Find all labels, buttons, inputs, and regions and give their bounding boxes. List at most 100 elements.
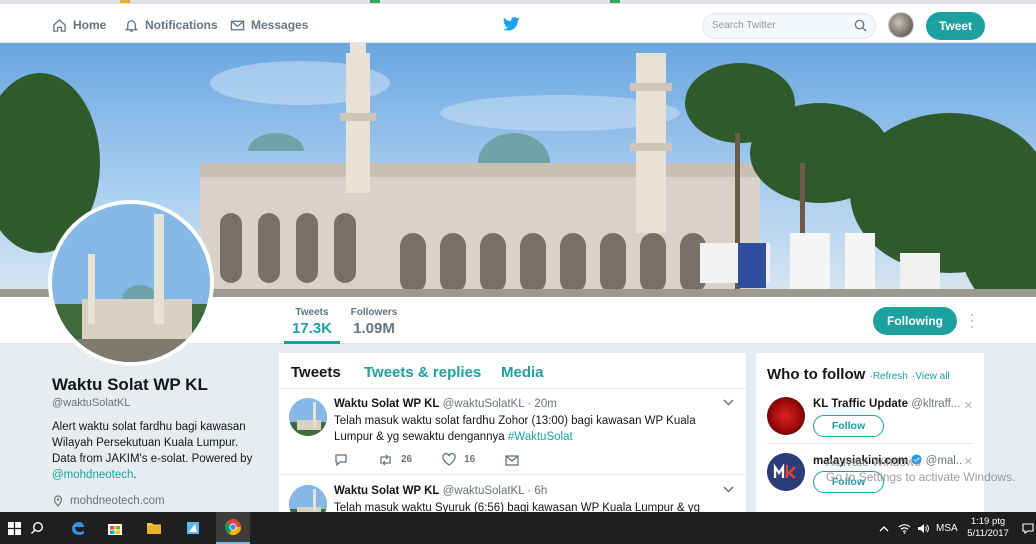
divider — [767, 443, 973, 444]
nav-messages-label: Messages — [251, 18, 309, 32]
suggestion-avatar[interactable] — [767, 453, 805, 491]
chevron-up-icon — [879, 525, 889, 531]
taskbar-clock[interactable]: 1:19 ptg 5/11/2017 — [962, 516, 1014, 540]
bell-icon — [124, 19, 139, 32]
notification-center-button[interactable] — [1020, 512, 1036, 544]
who-to-follow-panel: Who to follow ·Refresh ·View all KL Traf… — [756, 353, 984, 513]
profile-location: mohdneotech.com — [52, 495, 165, 507]
folder-icon — [147, 523, 161, 534]
profile-bio: Alert waktu solat fardhu bagi kawasan Wi… — [52, 419, 262, 483]
profile-handle: @waktuSolatKL — [52, 397, 131, 409]
timeline-panel: Tweets Tweets & replies Media Waktu Sola… — [279, 353, 746, 513]
tab-tweets[interactable]: Tweets — [291, 364, 341, 381]
message-action[interactable] — [505, 454, 519, 466]
tweet-header: Waktu Solat WP KL @waktuSolatKL · 20m — [334, 398, 557, 410]
tweet-item[interactable]: Waktu Solat WP KL @waktuSolatKL · 6h Tel… — [279, 476, 746, 513]
stat-tweets-value: 17.3K — [291, 320, 333, 337]
suggestion-avatar[interactable] — [767, 397, 805, 435]
chevron-down-icon[interactable] — [723, 486, 734, 493]
tweet-item[interactable]: Waktu Solat WP KL @waktuSolatKL · 20m Te… — [279, 389, 746, 475]
retweet-action[interactable]: 26 — [378, 454, 412, 466]
taskbar-edge[interactable] — [64, 512, 92, 544]
like-action[interactable]: 16 — [442, 453, 475, 466]
more-options-icon[interactable]: · · · — [968, 308, 976, 332]
stat-followers-label: Followers — [350, 307, 398, 318]
windows-logo-icon — [7, 521, 21, 535]
chevron-down-icon[interactable] — [723, 399, 734, 406]
tweet-time[interactable]: · 20m — [527, 398, 556, 410]
notification-center-icon — [1022, 522, 1034, 534]
envelope-icon — [230, 20, 245, 30]
browser-tab-marker — [120, 0, 130, 3]
edge-browser-icon — [72, 522, 84, 535]
tweet-hashtag[interactable]: #WaktuSolat — [508, 431, 573, 443]
nav-messages[interactable]: Messages — [230, 15, 308, 35]
home-icon — [53, 18, 66, 32]
twitter-bird-icon[interactable] — [503, 17, 520, 31]
stat-followers[interactable]: Followers 1.09M — [350, 307, 398, 337]
browser-tab-marker — [610, 0, 620, 3]
store-icon — [108, 524, 122, 535]
profile-bio-end: . — [133, 469, 137, 481]
tweet-author-name[interactable]: Waktu Solat WP KL — [334, 398, 439, 410]
who-to-follow-title: Who to follow — [767, 366, 866, 383]
tweet-avatar[interactable] — [289, 485, 327, 513]
chrome-icon — [224, 519, 242, 536]
profile-bio-link[interactable]: @mohdneotech — [52, 469, 133, 481]
taskbar-store[interactable] — [101, 512, 129, 544]
tweet-author-handle: @waktuSolatKL — [442, 485, 525, 497]
profile-location-text: mohdneotech.com — [70, 495, 165, 507]
reply-action[interactable] — [334, 453, 348, 466]
tweet-header: Waktu Solat WP KL @waktuSolatKL · 6h — [334, 485, 547, 497]
taskbar-chrome[interactable] — [216, 512, 250, 544]
search-icon — [30, 521, 44, 535]
suggestion-name[interactable]: KL Traffic Update @kltraff... — [813, 398, 963, 410]
tweet-avatar[interactable] — [289, 398, 327, 436]
search-icon[interactable] — [854, 19, 867, 32]
tweet-actions: 26 16 — [334, 453, 549, 466]
retweet-icon — [380, 454, 391, 465]
watermark-line2: Go to Settings to activate Windows. — [826, 470, 1016, 484]
stat-tweets[interactable]: Tweets 17.3K — [284, 307, 340, 344]
windows-taskbar: MSA 1:19 ptg 5/11/2017 — [0, 512, 1036, 544]
nav-notifications-label: Notifications — [145, 18, 218, 32]
tweet-text: Telah masuk waktu solat fardhu Zohor (13… — [334, 413, 724, 445]
dismiss-icon[interactable]: ✕ — [964, 399, 973, 412]
profile-name: Waktu Solat WP KL — [52, 375, 208, 394]
windows-activation-watermark: Activate Windows Go to Settings to activ… — [826, 455, 1015, 485]
tweet-time[interactable]: · 6h — [527, 485, 547, 497]
profile-avatar[interactable] — [48, 200, 214, 366]
tweet-author-name[interactable]: Waktu Solat WP KL — [334, 485, 439, 497]
tab-tweets-replies[interactable]: Tweets & replies — [364, 364, 481, 381]
taskbar-file-explorer[interactable] — [140, 512, 168, 544]
malaysiakini-logo-icon — [767, 453, 805, 491]
view-all-link[interactable]: View all — [915, 371, 949, 382]
nav-home[interactable]: Home — [52, 15, 106, 35]
suggestion-handle: @kltraff... — [911, 398, 961, 410]
stat-tweets-label: Tweets — [295, 307, 329, 318]
heart-icon — [442, 453, 456, 466]
watermark-line1: Activate Windows — [826, 455, 921, 469]
refresh-link[interactable]: Refresh — [873, 371, 908, 382]
taskbar-search-button[interactable] — [24, 512, 50, 544]
top-navigation-bar: Home Notifications Messages Search Twitt… — [0, 4, 1036, 43]
tweet-button[interactable]: Tweet — [926, 12, 985, 40]
tray-wifi-icon[interactable] — [898, 512, 911, 544]
taskbar-time: 1:19 ptg — [970, 516, 1006, 527]
user-avatar[interactable] — [888, 12, 914, 38]
tray-volume-icon[interactable] — [917, 512, 929, 544]
envelope-icon — [505, 454, 519, 466]
nav-notifications[interactable]: Notifications — [124, 15, 218, 35]
tweet-author-handle: @waktuSolatKL — [442, 398, 525, 410]
app-icon — [187, 522, 199, 534]
mosque-thumb — [289, 398, 327, 436]
taskbar-app[interactable] — [179, 512, 207, 544]
tray-expand-icon[interactable] — [879, 512, 889, 544]
following-button[interactable]: Following — [873, 307, 957, 335]
tab-media[interactable]: Media — [501, 364, 544, 381]
search-input[interactable]: Search Twitter — [702, 13, 876, 39]
speaker-icon — [918, 523, 929, 533]
profile-bio-text: Alert waktu solat fardhu bagi kawasan Wi… — [52, 421, 253, 465]
tray-language[interactable]: MSA — [936, 512, 958, 544]
follow-button[interactable]: Follow — [813, 415, 884, 437]
